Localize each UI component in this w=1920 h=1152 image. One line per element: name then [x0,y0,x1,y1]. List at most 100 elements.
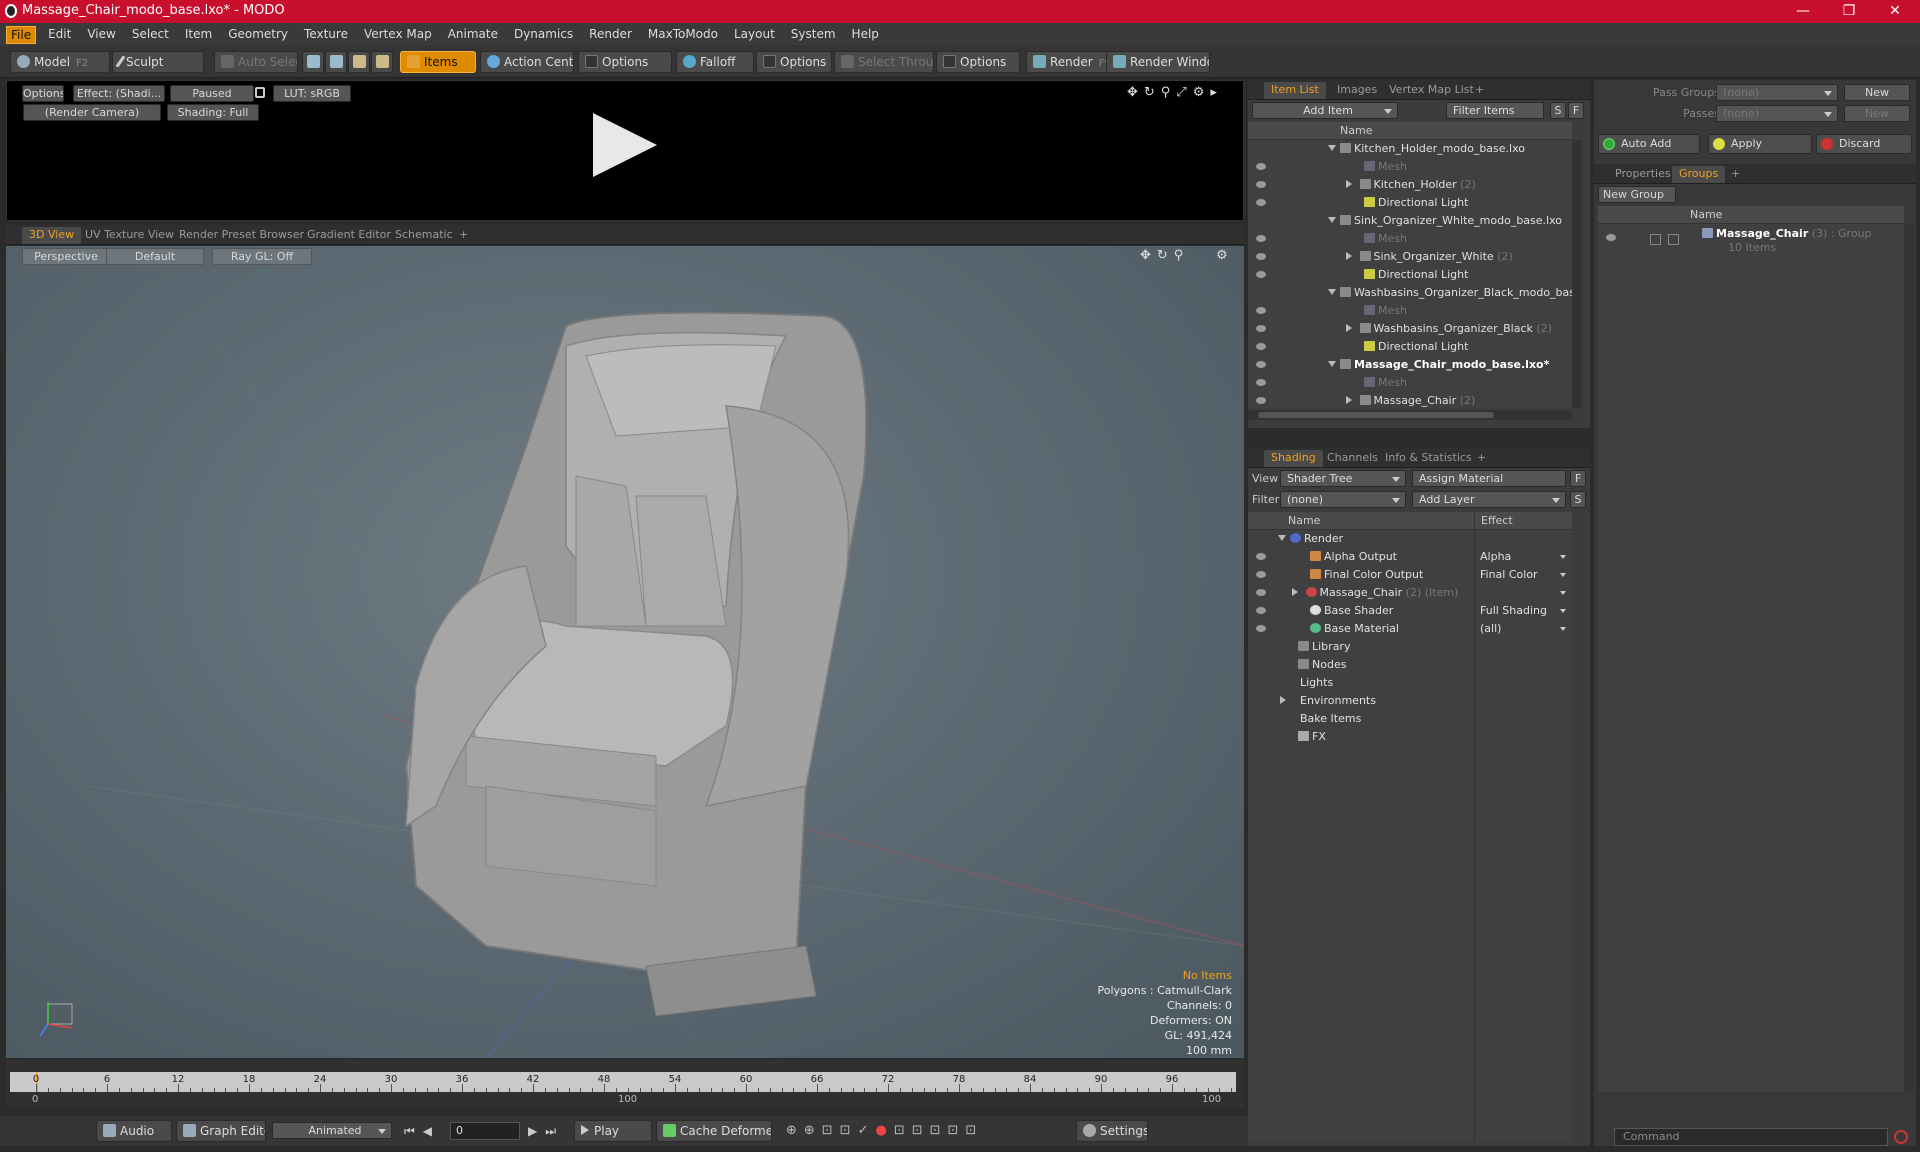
menu-edit[interactable]: Edit [40,23,79,45]
shading-f-button[interactable]: F [1570,470,1586,487]
shader-effect[interactable]: (all) [1480,620,1501,638]
checkbox-icon[interactable] [1650,234,1661,245]
list-item[interactable]: Massage_Chair (2) [1248,392,1572,408]
menu-item[interactable]: Item [177,23,220,45]
graph-editor-button[interactable]: Graph Editor [176,1120,266,1142]
model-mode-button[interactable]: Model F2 [10,51,110,73]
command-input[interactable]: Command [1614,1128,1888,1146]
passes-dropdown[interactable]: (none) [1716,105,1838,122]
groups-scrollbar[interactable] [1904,224,1914,1092]
maximize-button[interactable]: ❐ [1826,0,1872,23]
eye-icon[interactable] [1256,589,1266,596]
eye-icon[interactable] [1256,343,1266,350]
item-list-body[interactable]: Kitchen_Holder_modo_base.lxo Mesh Kitche… [1248,140,1572,408]
gear-icon[interactable]: ⚙ [1216,248,1228,263]
tab-info-statistics[interactable]: Info & Statistics [1378,450,1479,467]
preview-effect-dropdown[interactable]: Effect: (Shadi... [73,85,165,102]
keyframe-tool-icons[interactable]: ⊕⊕⊡⊡✓●⊡⊡⊡⊡⊡ [786,1123,983,1138]
add-layer-dropdown[interactable]: Add Layer [1412,491,1566,508]
eye-icon[interactable] [1256,607,1266,614]
chevron-down-icon[interactable] [1560,627,1566,631]
viewport-nav-icons[interactable]: ✥↻⚲ [1140,248,1189,263]
menu-maxtomodo[interactable]: MaxToModo [640,23,726,45]
shader-row[interactable]: FX [1248,728,1572,746]
preview-nav-icons[interactable]: ✥↻⚲⤢⚙▸ [1127,85,1223,100]
timeline[interactable]: 0 6 12 18 24 30 36 42 48 54 60 66 72 78 84 90 96 0 100 1… [6,1060,1244,1108]
audio-button[interactable]: Audio [96,1120,172,1142]
list-item[interactable]: Directional Light [1248,266,1572,284]
tab-item-list[interactable]: Item List [1264,82,1326,99]
tab-images[interactable]: Images [1330,82,1384,99]
menu-select[interactable]: Select [124,23,177,45]
tab-schematic[interactable]: Schematic [388,227,460,244]
perspective-dropdown[interactable]: Perspective [22,248,110,265]
auto-add-button[interactable]: Auto Add [1598,134,1700,154]
eye-icon[interactable] [1256,571,1266,578]
shader-effect[interactable]: Full Shading [1480,602,1547,620]
list-item[interactable]: Sink_Organizer_White_modo_base.lxo [1248,212,1572,230]
eye-icon[interactable] [1256,253,1266,260]
eye-icon[interactable] [1256,181,1266,188]
new-group-button[interactable]: New Group [1598,186,1676,203]
shader-row[interactable]: Base Material (all) [1248,620,1572,638]
shader-row[interactable]: Lights [1248,674,1572,692]
action-center-button[interactable]: Action Center [480,51,574,73]
pass-groups-dropdown[interactable]: (none) [1716,84,1838,101]
minimize-button[interactable]: — [1780,0,1826,23]
shader-row[interactable]: Library [1248,638,1572,656]
item-list-hscrollbar[interactable] [1248,410,1572,420]
render-camera-dropdown[interactable]: (Render Camera) [23,104,161,121]
menu-render[interactable]: Render [581,23,640,45]
filter-f-button[interactable]: F [1568,102,1584,119]
close-button[interactable]: ✕ [1872,0,1918,23]
tab-3d-view[interactable]: 3D View [22,227,82,244]
shader-row[interactable]: Nodes [1248,656,1572,674]
list-item[interactable]: Washbasins_Organizer_Black_modo_bas... [1248,284,1572,302]
eye-icon[interactable] [1256,235,1266,242]
shader-row[interactable]: Render [1248,530,1572,548]
list-item[interactable]: Kitchen_Holder (2) [1248,176,1572,194]
shader-tree-body[interactable]: Render Alpha Output Alpha Final Color Out… [1248,530,1572,1142]
list-item[interactable]: Directional Light [1248,338,1572,356]
preview-paused-button[interactable]: Paused [170,85,254,102]
shader-row[interactable]: Final Color Output Final Color [1248,566,1572,584]
menu-animate[interactable]: Animate [440,23,506,45]
list-item[interactable]: Directional Light [1248,194,1572,212]
falloff-button[interactable]: Falloff [676,51,754,73]
record-icon[interactable] [1894,1130,1908,1144]
tab-channels[interactable]: Channels [1320,450,1385,467]
tab-add[interactable]: + [452,227,475,244]
menu-help[interactable]: Help [844,23,887,45]
auto-select-button[interactable]: Auto Select [214,51,298,73]
checkbox-icon[interactable] [1668,234,1679,245]
settings-button[interactable]: Settings [1076,1120,1148,1142]
menu-system[interactable]: System [783,23,844,45]
falloff-options-button[interactable]: Options [756,51,832,73]
eye-icon[interactable] [1256,307,1266,314]
list-item[interactable]: Sink_Organizer_White (2) [1248,248,1572,266]
menu-geometry[interactable]: Geometry [220,23,296,45]
assign-material-button[interactable]: Assign Material [1412,470,1566,487]
animated-dropdown[interactable]: Animated [272,1122,392,1139]
lock-icon[interactable] [255,87,265,98]
eye-icon[interactable] [1256,361,1266,368]
list-item[interactable]: Kitchen_Holder_modo_base.lxo [1248,140,1572,158]
eye-icon[interactable] [1256,163,1266,170]
list-item[interactable]: Mesh [1248,302,1572,320]
tab-add[interactable]: + [1724,166,1747,183]
item-list-scrollbar[interactable] [1572,140,1582,408]
menu-texture[interactable]: Texture [296,23,356,45]
transport-forward-icons[interactable]: ▶⏭ [528,1124,564,1139]
shading-s-button[interactable]: S [1570,491,1586,508]
eye-icon[interactable] [1606,234,1616,241]
transport-back-icons[interactable]: ⏮◀ [404,1124,440,1139]
menu-view[interactable]: View [79,23,123,45]
items-mode-button[interactable]: Items [400,51,476,73]
list-item[interactable]: Washbasins_Organizer_Black (2) [1248,320,1572,338]
shader-row[interactable]: Massage_Chair (2) (Item) [1248,584,1572,602]
tab-gradient-editor[interactable]: Gradient Editor [300,227,398,244]
list-item[interactable]: Mesh [1248,230,1572,248]
shader-row[interactable]: Environments [1248,692,1572,710]
apply-button[interactable]: Apply [1708,134,1812,154]
tab-uv-texture-view[interactable]: UV Texture View [78,227,181,244]
